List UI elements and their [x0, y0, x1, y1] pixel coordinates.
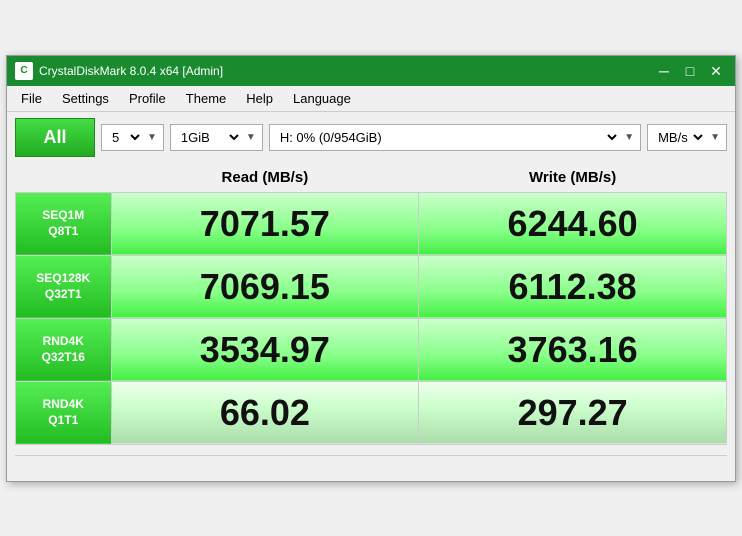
all-button[interactable]: All	[15, 118, 95, 157]
write-value-1: 6112.38	[419, 255, 727, 318]
unit-chevron-icon: ▼	[710, 132, 720, 143]
window-title: CrystalDiskMark 8.0.4 x64 [Admin]	[39, 64, 653, 78]
table-row: RND4KQ1T166.02297.27	[16, 381, 727, 444]
menu-theme[interactable]: Theme	[176, 88, 236, 109]
menu-help[interactable]: Help	[236, 88, 283, 109]
title-bar: C CrystalDiskMark 8.0.4 x64 [Admin] ─ □ …	[7, 56, 735, 86]
col-read-header: Read (MB/s)	[111, 163, 419, 193]
maximize-button[interactable]: □	[679, 62, 701, 80]
count-selector[interactable]: 1 3 5 10 ▼	[101, 124, 164, 151]
write-value-3: 297.27	[419, 381, 727, 444]
results-content: Read (MB/s) Write (MB/s) SEQ1MQ8T17071.5…	[7, 163, 735, 451]
toolbar: All 1 3 5 10 ▼ 512MiB 1GiB 2GiB 4GiB ▼ H…	[7, 112, 735, 163]
table-row: SEQ1MQ8T17071.576244.60	[16, 192, 727, 255]
read-value-1: 7069.15	[111, 255, 419, 318]
status-bar	[15, 455, 727, 477]
unit-select[interactable]: MB/s GB/s IOPS μs	[654, 129, 706, 146]
size-chevron-icon: ▼	[246, 132, 256, 143]
write-value-2: 3763.16	[419, 318, 727, 381]
count-select[interactable]: 1 3 5 10	[108, 129, 143, 146]
window-controls: ─ □ ✕	[653, 62, 727, 80]
size-select[interactable]: 512MiB 1GiB 2GiB 4GiB	[177, 129, 242, 146]
size-selector[interactable]: 512MiB 1GiB 2GiB 4GiB ▼	[170, 124, 263, 151]
read-value-3: 66.02	[111, 381, 419, 444]
main-window: C CrystalDiskMark 8.0.4 x64 [Admin] ─ □ …	[6, 55, 736, 482]
count-chevron-icon: ▼	[147, 132, 157, 143]
read-value-0: 7071.57	[111, 192, 419, 255]
table-row: RND4KQ32T163534.973763.16	[16, 318, 727, 381]
col-empty	[16, 163, 112, 193]
col-write-header: Write (MB/s)	[419, 163, 727, 193]
read-value-2: 3534.97	[111, 318, 419, 381]
close-button[interactable]: ✕	[705, 62, 727, 80]
minimize-button[interactable]: ─	[653, 62, 675, 80]
menu-bar: File Settings Profile Theme Help Languag…	[7, 86, 735, 112]
row-label-1: SEQ128KQ32T1	[16, 255, 112, 318]
menu-settings[interactable]: Settings	[52, 88, 119, 109]
write-value-0: 6244.60	[419, 192, 727, 255]
app-icon: C	[15, 62, 33, 80]
row-label-2: RND4KQ32T16	[16, 318, 112, 381]
menu-file[interactable]: File	[11, 88, 52, 109]
table-row: SEQ128KQ32T17069.156112.38	[16, 255, 727, 318]
drive-chevron-icon: ▼	[624, 132, 634, 143]
drive-selector[interactable]: H: 0% (0/954GiB) ▼	[269, 124, 641, 151]
unit-selector[interactable]: MB/s GB/s IOPS μs ▼	[647, 124, 727, 151]
menu-profile[interactable]: Profile	[119, 88, 176, 109]
row-label-3: RND4KQ1T1	[16, 381, 112, 444]
drive-select[interactable]: H: 0% (0/954GiB)	[276, 129, 620, 146]
results-table: Read (MB/s) Write (MB/s) SEQ1MQ8T17071.5…	[15, 163, 727, 445]
row-label-0: SEQ1MQ8T1	[16, 192, 112, 255]
menu-language[interactable]: Language	[283, 88, 361, 109]
